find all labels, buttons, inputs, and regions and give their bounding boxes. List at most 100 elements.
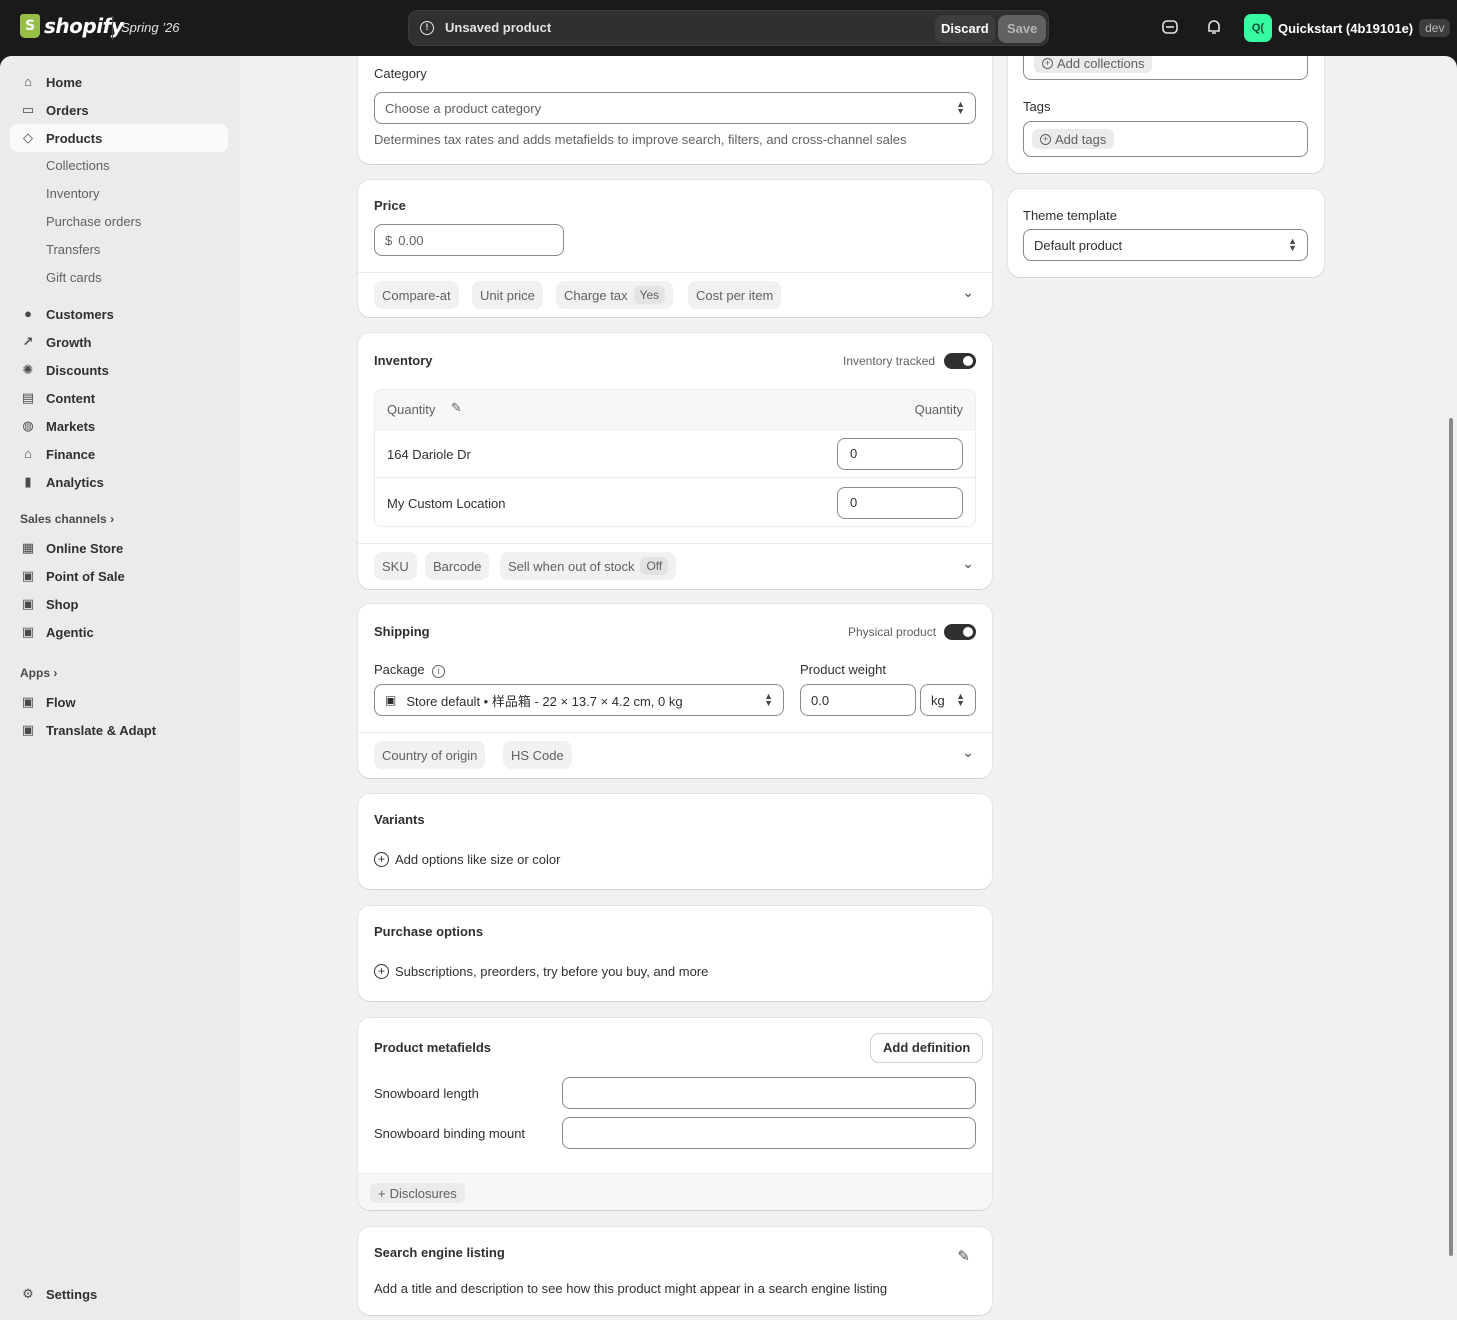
disclosures-button[interactable]: + Disclosures xyxy=(370,1183,465,1203)
variants-title: Variants xyxy=(374,812,425,827)
pill-label: Sell when out of stock xyxy=(508,558,635,574)
store-menu[interactable]: Q( Quickstart (4b19101e) dev xyxy=(1244,14,1451,42)
unit-price-pill[interactable]: Unit price xyxy=(472,281,543,309)
sell-out-of-stock-pill[interactable]: Sell when out of stock Off xyxy=(500,552,677,580)
add-options-button[interactable]: + Add options like size or color xyxy=(374,852,560,867)
price-input[interactable]: $ 0.00 xyxy=(374,224,564,256)
unsaved-label: Unsaved product xyxy=(445,20,552,35)
variants-card: Variants + Add options like size or colo… xyxy=(358,794,992,889)
apps-label: Apps xyxy=(20,666,50,680)
charge-tax-pill[interactable]: Charge tax Yes xyxy=(556,281,674,309)
add-definition-button[interactable]: Add definition xyxy=(871,1034,983,1062)
bell-icon[interactable] xyxy=(1204,18,1224,38)
purchase-options-title: Purchase options xyxy=(374,924,484,939)
add-collections-button[interactable]: + Add collections xyxy=(1034,56,1153,73)
sidebar-subitem-collections[interactable]: Collections xyxy=(46,158,110,173)
dev-badge: dev xyxy=(1419,19,1451,37)
add-options-label: Add options like size or color xyxy=(395,852,561,867)
add-purchase-options-button[interactable]: + Subscriptions, preorders, try before y… xyxy=(374,964,708,979)
sidebar-item-discounts[interactable]: ✺ Discounts xyxy=(10,356,228,384)
chevron-down-icon[interactable]: ⌄ xyxy=(962,284,974,301)
collections-field[interactable]: + Add collections xyxy=(1023,56,1308,80)
sidebar-item-products[interactable]: ◇ Products xyxy=(10,124,228,152)
country-of-origin-pill[interactable]: Country of origin xyxy=(374,741,486,769)
save-button[interactable]: Save xyxy=(998,15,1047,43)
sidebar-item-label: Growth xyxy=(46,334,92,350)
cost-per-item-pill[interactable]: Cost per item xyxy=(688,281,782,309)
pill-label: Cost per item xyxy=(696,287,774,303)
pencil-icon[interactable]: ✎ xyxy=(957,1247,970,1265)
sidebar-item-flow[interactable]: ▣ Flow xyxy=(10,688,228,716)
quantity-input[interactable]: 0 xyxy=(837,438,963,470)
shopify-logo[interactable]: shopify xyxy=(20,14,124,38)
barcode-pill[interactable]: Barcode xyxy=(425,552,490,580)
category-select[interactable]: Choose a product category ▲ ▼ xyxy=(374,92,976,124)
sidebar-item-home[interactable]: ⌂ Home xyxy=(10,68,228,96)
snowboard-binding-mount-input[interactable] xyxy=(562,1117,976,1149)
sidebar-item-orders[interactable]: ▭ Orders xyxy=(10,96,228,124)
sidebar-item-customers[interactable]: ● Customers xyxy=(10,300,228,328)
sidebar-item-analytics[interactable]: ▮ Analytics xyxy=(10,468,228,496)
hs-code-pill[interactable]: HS Code xyxy=(503,741,572,769)
sidebar-item-label: Home xyxy=(46,74,83,90)
shipping-title: Shipping xyxy=(374,624,430,639)
gear-icon: ⚙ xyxy=(22,1286,34,1301)
sku-pill[interactable]: SKU xyxy=(374,552,417,580)
main-content: Category Choose a product category ▲ ▼ De… xyxy=(240,56,1457,1320)
discard-button[interactable]: Discard xyxy=(935,15,995,43)
sidebar-item-agentic[interactable]: ▣ Agentic xyxy=(10,618,228,646)
divider xyxy=(358,732,992,733)
category-placeholder: Choose a product category xyxy=(385,100,542,116)
add-tags-button[interactable]: + Add tags xyxy=(1032,129,1115,149)
scrollbar[interactable] xyxy=(1449,418,1453,1256)
sidebar-item-translate-adapt[interactable]: ▣ Translate & Adapt xyxy=(10,716,228,744)
select-arrows-icon: ▲ ▼ xyxy=(956,99,965,116)
plus-circle-icon: + xyxy=(1042,57,1053,69)
tags-field[interactable]: + Add tags xyxy=(1023,121,1308,157)
info-icon[interactable]: i xyxy=(432,665,446,678)
pill-label: Country of origin xyxy=(382,747,478,763)
sidebar-item-online-store[interactable]: ▦ Online Store xyxy=(10,534,228,562)
sales-channels-heading[interactable]: Sales channels › xyxy=(20,512,114,526)
seo-card: Search engine listing ✎ Add a title and … xyxy=(358,1227,992,1315)
sidebar-item-label: Agentic xyxy=(46,624,94,640)
sidebar-item-label: Content xyxy=(46,390,96,406)
sidekick-icon[interactable] xyxy=(1160,18,1180,38)
physical-product-toggle[interactable] xyxy=(944,624,976,640)
sidebar-subitem-inventory[interactable]: Inventory xyxy=(46,186,99,201)
home-icon: ⌂ xyxy=(24,74,32,89)
snowboard-length-input[interactable] xyxy=(562,1077,976,1109)
sidebar-item-growth[interactable]: ↗ Growth xyxy=(10,328,228,356)
weight-unit-select[interactable]: kg ▲ ▼ xyxy=(920,684,976,716)
flow-icon: ▣ xyxy=(21,694,35,709)
add-tags-label: Add tags xyxy=(1055,131,1107,147)
sidebar-item-label: Orders xyxy=(46,102,89,118)
category-label: Category xyxy=(374,66,427,81)
inventory-tracked-toggle[interactable] xyxy=(944,353,976,369)
sidebar-item-finance[interactable]: ⌂ Finance xyxy=(10,440,228,468)
location-name: 164 Dariole Dr xyxy=(387,447,471,462)
product-weight-input[interactable]: 0.0 xyxy=(800,684,916,716)
theme-template-select[interactable]: Default product ▲ ▼ xyxy=(1023,229,1308,261)
sidebar-item-shop[interactable]: ▣ Shop xyxy=(10,590,228,618)
orders-icon: ▭ xyxy=(21,102,35,117)
sidebar-item-content[interactable]: ▤ Content xyxy=(10,384,228,412)
sidebar-item-settings[interactable]: ⚙ Settings xyxy=(10,1280,228,1308)
quantity-input[interactable]: 0 xyxy=(837,487,963,519)
sidebar-subitem-gift-cards[interactable]: Gift cards xyxy=(46,270,102,285)
pencil-icon[interactable]: ✎ xyxy=(451,400,462,416)
select-arrows-icon: ▲ ▼ xyxy=(764,691,773,708)
apps-heading[interactable]: Apps › xyxy=(20,666,57,680)
table-row: My Custom Location 0 xyxy=(375,479,975,526)
theme-template-card: Theme template Default product ▲ ▼ xyxy=(1008,189,1324,277)
sidebar-item-point-of-sale[interactable]: ▣ Point of Sale xyxy=(10,562,228,590)
alert-icon: ! xyxy=(420,21,434,35)
compare-at-pill[interactable]: Compare-at xyxy=(374,281,459,309)
chevron-down-icon[interactable]: ⌄ xyxy=(962,744,974,761)
package-select[interactable]: ▣ Store default • 样品箱 - 22 × 13.7 × 4.2 … xyxy=(374,684,784,716)
sidebar-subitem-purchase-orders[interactable]: Purchase orders xyxy=(46,214,141,229)
sidebar-item-markets[interactable]: ◍ Markets xyxy=(10,412,228,440)
sidebar-subitem-transfers[interactable]: Transfers xyxy=(46,242,100,257)
physical-product-label: Physical product xyxy=(848,625,937,639)
chevron-down-icon[interactable]: ⌄ xyxy=(962,555,974,572)
